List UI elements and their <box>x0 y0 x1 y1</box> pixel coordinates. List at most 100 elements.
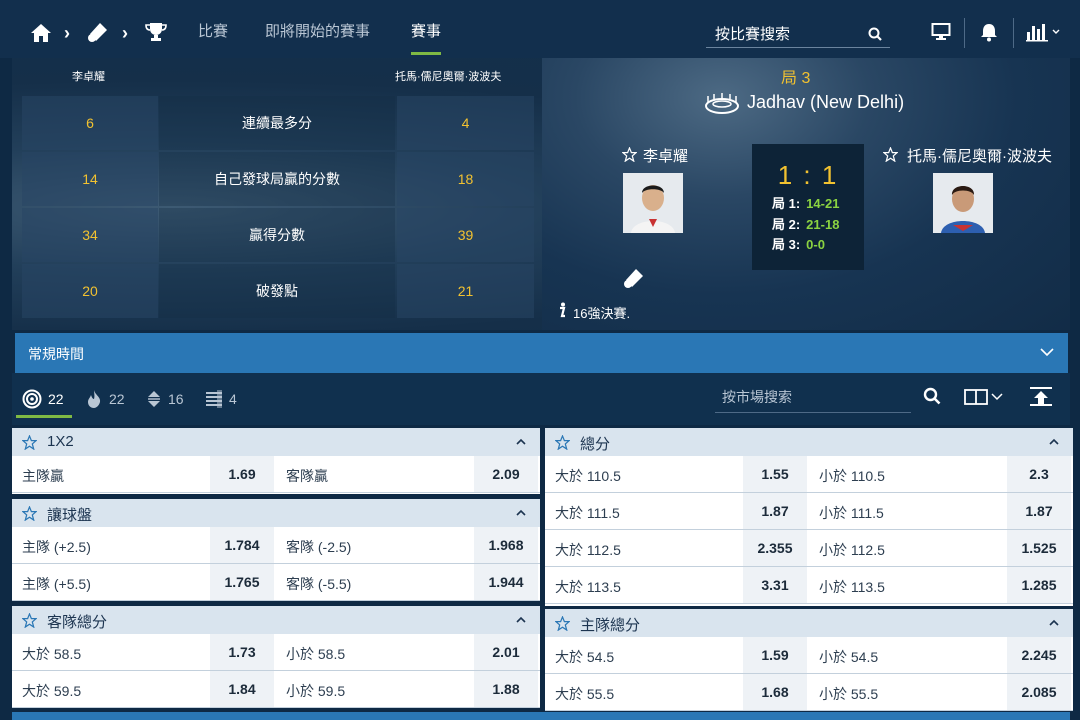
outcome-label: 小於 58.5 <box>286 646 346 662</box>
match-score: 1 : 1 <box>777 160 839 190</box>
odds-button[interactable]: 1.69 <box>210 456 274 492</box>
active-filter-underline <box>16 415 72 418</box>
market-header[interactable]: 客隊總分 <box>12 606 540 634</box>
market-filter-bar: 22 22 16 4 按市場搜索 <box>12 373 1070 425</box>
odds-row: 主隊贏 1.69 客隊贏 2.09 <box>12 456 540 493</box>
player2-avatar <box>933 173 993 233</box>
player1-name: 李卓耀 <box>643 148 689 165</box>
market-header[interactable]: 主隊總分 <box>545 609 1073 637</box>
odds-button[interactable]: 1.88 <box>474 671 538 707</box>
set-label: 局 2: <box>772 217 801 232</box>
divider <box>1013 18 1014 48</box>
odds-button[interactable]: 2.01 <box>474 634 538 670</box>
stat-player2-value: 4 <box>397 96 534 150</box>
monitor-icon[interactable] <box>931 22 951 42</box>
filter-count: 22 <box>48 391 64 407</box>
chevron-up-icon[interactable] <box>1049 619 1059 626</box>
outcome-label: 大於 111.5 <box>555 505 620 521</box>
set-score-row: 局 1: 14-21 <box>772 193 839 212</box>
match-search-input[interactable]: 按比賽搜索 <box>706 18 890 48</box>
filter-popular[interactable]: 22 <box>85 387 125 411</box>
odds-button[interactable]: 1.55 <box>743 456 807 492</box>
layout-columns-icon[interactable] <box>964 389 1008 405</box>
outcome-label: 大於 110.5 <box>555 468 621 484</box>
odds-button[interactable]: 2.355 <box>743 530 807 566</box>
search-icon[interactable] <box>923 387 941 405</box>
outcome-label: 小於 112.5 <box>819 542 885 558</box>
odds-button[interactable]: 2.3 <box>1007 456 1071 492</box>
market-title: 讓球盤 <box>47 507 93 524</box>
odds-button[interactable]: 1.59 <box>743 637 807 673</box>
odds-button[interactable]: 1.87 <box>743 493 807 529</box>
stat-player1-value: 14 <box>22 152 158 206</box>
odds-button[interactable]: 2.245 <box>1007 637 1071 673</box>
chevron-up-icon[interactable] <box>516 509 526 516</box>
odds-button[interactable]: 2.09 <box>474 456 538 492</box>
match-search-placeholder: 按比賽搜索 <box>715 26 791 43</box>
breadcrumb-chevron-icon: › <box>64 23 70 43</box>
outcome-label: 客隊 (-5.5) <box>286 576 352 592</box>
stat-player1-value: 20 <box>22 264 158 318</box>
odds-button[interactable]: 2.085 <box>1007 674 1071 710</box>
odds-button[interactable]: 1.765 <box>210 564 274 600</box>
star-icon[interactable] <box>22 613 37 628</box>
odds-button[interactable]: 1.944 <box>474 564 538 600</box>
filter-count: 16 <box>168 391 184 407</box>
odds-button[interactable]: 1.73 <box>210 634 274 670</box>
collapse-all-icon[interactable] <box>1029 386 1053 406</box>
favorite-star-icon[interactable] <box>622 147 637 162</box>
star-icon[interactable] <box>555 435 570 450</box>
next-section-bar <box>12 712 1070 720</box>
tab-upcoming-events[interactable]: 即將開始的賽事 <box>265 22 370 42</box>
odds-button[interactable]: 1.285 <box>1007 567 1071 603</box>
list-icon <box>206 390 222 408</box>
bell-icon[interactable] <box>979 22 999 42</box>
home-icon[interactable] <box>30 23 52 43</box>
market-header[interactable]: 總分 <box>545 428 1073 456</box>
odds-button[interactable]: 1.84 <box>210 671 274 707</box>
odds-button[interactable]: 3.31 <box>743 567 807 603</box>
market-1x2: 1X2 主隊贏 1.69 客隊贏 2.09 <box>12 428 540 494</box>
star-icon[interactable] <box>22 506 37 521</box>
favorite-star-icon[interactable] <box>883 147 898 162</box>
filter-list[interactable]: 4 <box>205 387 237 411</box>
odds-button[interactable]: 1.68 <box>743 674 807 710</box>
odds-button[interactable]: 1.968 <box>474 527 538 563</box>
set-score: 14-21 <box>806 196 840 211</box>
market-search-placeholder: 按市場搜索 <box>722 389 792 405</box>
star-icon[interactable] <box>555 616 570 631</box>
search-icon[interactable] <box>868 27 882 41</box>
outcome-label: 主隊贏 <box>22 468 64 484</box>
chevron-up-icon[interactable] <box>516 616 526 623</box>
filter-count: 4 <box>229 391 237 407</box>
outcome-label: 小於 111.5 <box>819 505 884 521</box>
serving-shuttlecock-icon <box>622 266 646 290</box>
chevron-down-icon[interactable] <box>1040 347 1054 357</box>
tab-matches[interactable]: 比賽 <box>198 22 228 42</box>
outcome-label: 小於 113.5 <box>819 579 885 595</box>
filter-all-markets[interactable]: 22 <box>22 387 64 411</box>
market-header[interactable]: 1X2 <box>12 428 540 456</box>
star-icon[interactable] <box>22 435 37 450</box>
odds-button[interactable]: 1.784 <box>210 527 274 563</box>
tab-events[interactable]: 賽事 <box>411 22 442 55</box>
market-search-input[interactable]: 按市場搜索 <box>715 381 911 413</box>
odds-row: 大於 113.5 3.31 小於 113.5 1.285 <box>545 567 1073 604</box>
market-header[interactable]: 讓球盤 <box>12 499 540 527</box>
stat-player2-value: 18 <box>397 152 534 206</box>
chevron-up-icon[interactable] <box>1049 438 1059 445</box>
market-away-total: 客隊總分 大於 58.5 1.73 小於 58.5 2.01 大於 59.5 1… <box>12 606 540 708</box>
market-title: 總分 <box>580 436 611 453</box>
outcome-label: 客隊贏 <box>286 468 328 484</box>
odds-button[interactable]: 1.525 <box>1007 530 1071 566</box>
odds-button[interactable]: 1.87 <box>1007 493 1071 529</box>
stats-chart-icon[interactable] <box>1026 22 1064 42</box>
stat-player1-value: 6 <box>22 96 158 150</box>
period-selector[interactable]: 常規時間 <box>15 333 1068 373</box>
period-label: 常規時間 <box>28 346 84 362</box>
top-nav-bar: › › 比賽 即將開始的賽事 賽事 按比賽搜索 <box>0 0 1080 58</box>
trophy-icon[interactable] <box>145 22 167 42</box>
badminton-sport-icon[interactable] <box>86 20 110 44</box>
chevron-up-icon[interactable] <box>516 438 526 445</box>
filter-over-under[interactable]: 16 <box>146 387 184 411</box>
